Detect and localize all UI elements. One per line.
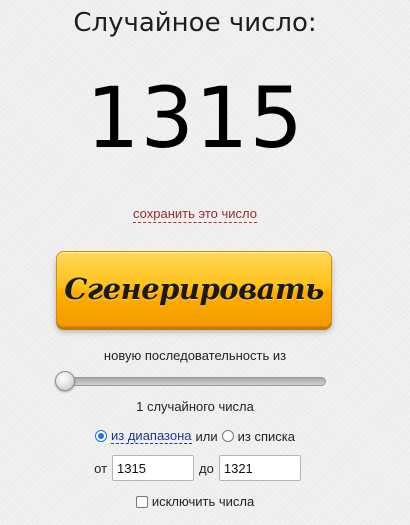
exclude-numbers-checkbox[interactable] [135,495,148,508]
save-number-row: сохранить это число [0,206,390,223]
sequence-count-slider-handle[interactable] [55,371,75,391]
random-number-result: 1315 [86,69,304,167]
list-mode-label[interactable]: из списка [238,429,295,444]
range-inputs: от до [0,455,390,481]
save-number-link[interactable]: сохранить это число [133,206,257,223]
sequence-count-label: 1 случайного числа [136,399,254,414]
exclude-numbers-label[interactable]: исключить числа [152,494,254,509]
range-to-input[interactable] [218,455,301,481]
exclude-numbers-row: исключить числа [0,494,390,509]
sequence-count-slider[interactable] [58,377,326,386]
list-mode-radio[interactable] [221,430,234,442]
range-mode-label[interactable]: из диапазона [111,428,192,444]
range-from-label: от [94,460,108,476]
range-mode-radio[interactable] [95,430,108,442]
mode-or-text: или [195,428,218,444]
range-from-input[interactable] [112,455,195,481]
range-to-label: до [199,460,214,476]
generate-button-label: Сгенерировать [64,272,324,306]
generate-button[interactable]: Сгенерировать [56,251,332,327]
mode-selector: из диапазона или из списка [0,428,390,444]
page-title: Случайное число: [73,8,317,38]
sequence-label: новую последовательность из [103,348,287,363]
